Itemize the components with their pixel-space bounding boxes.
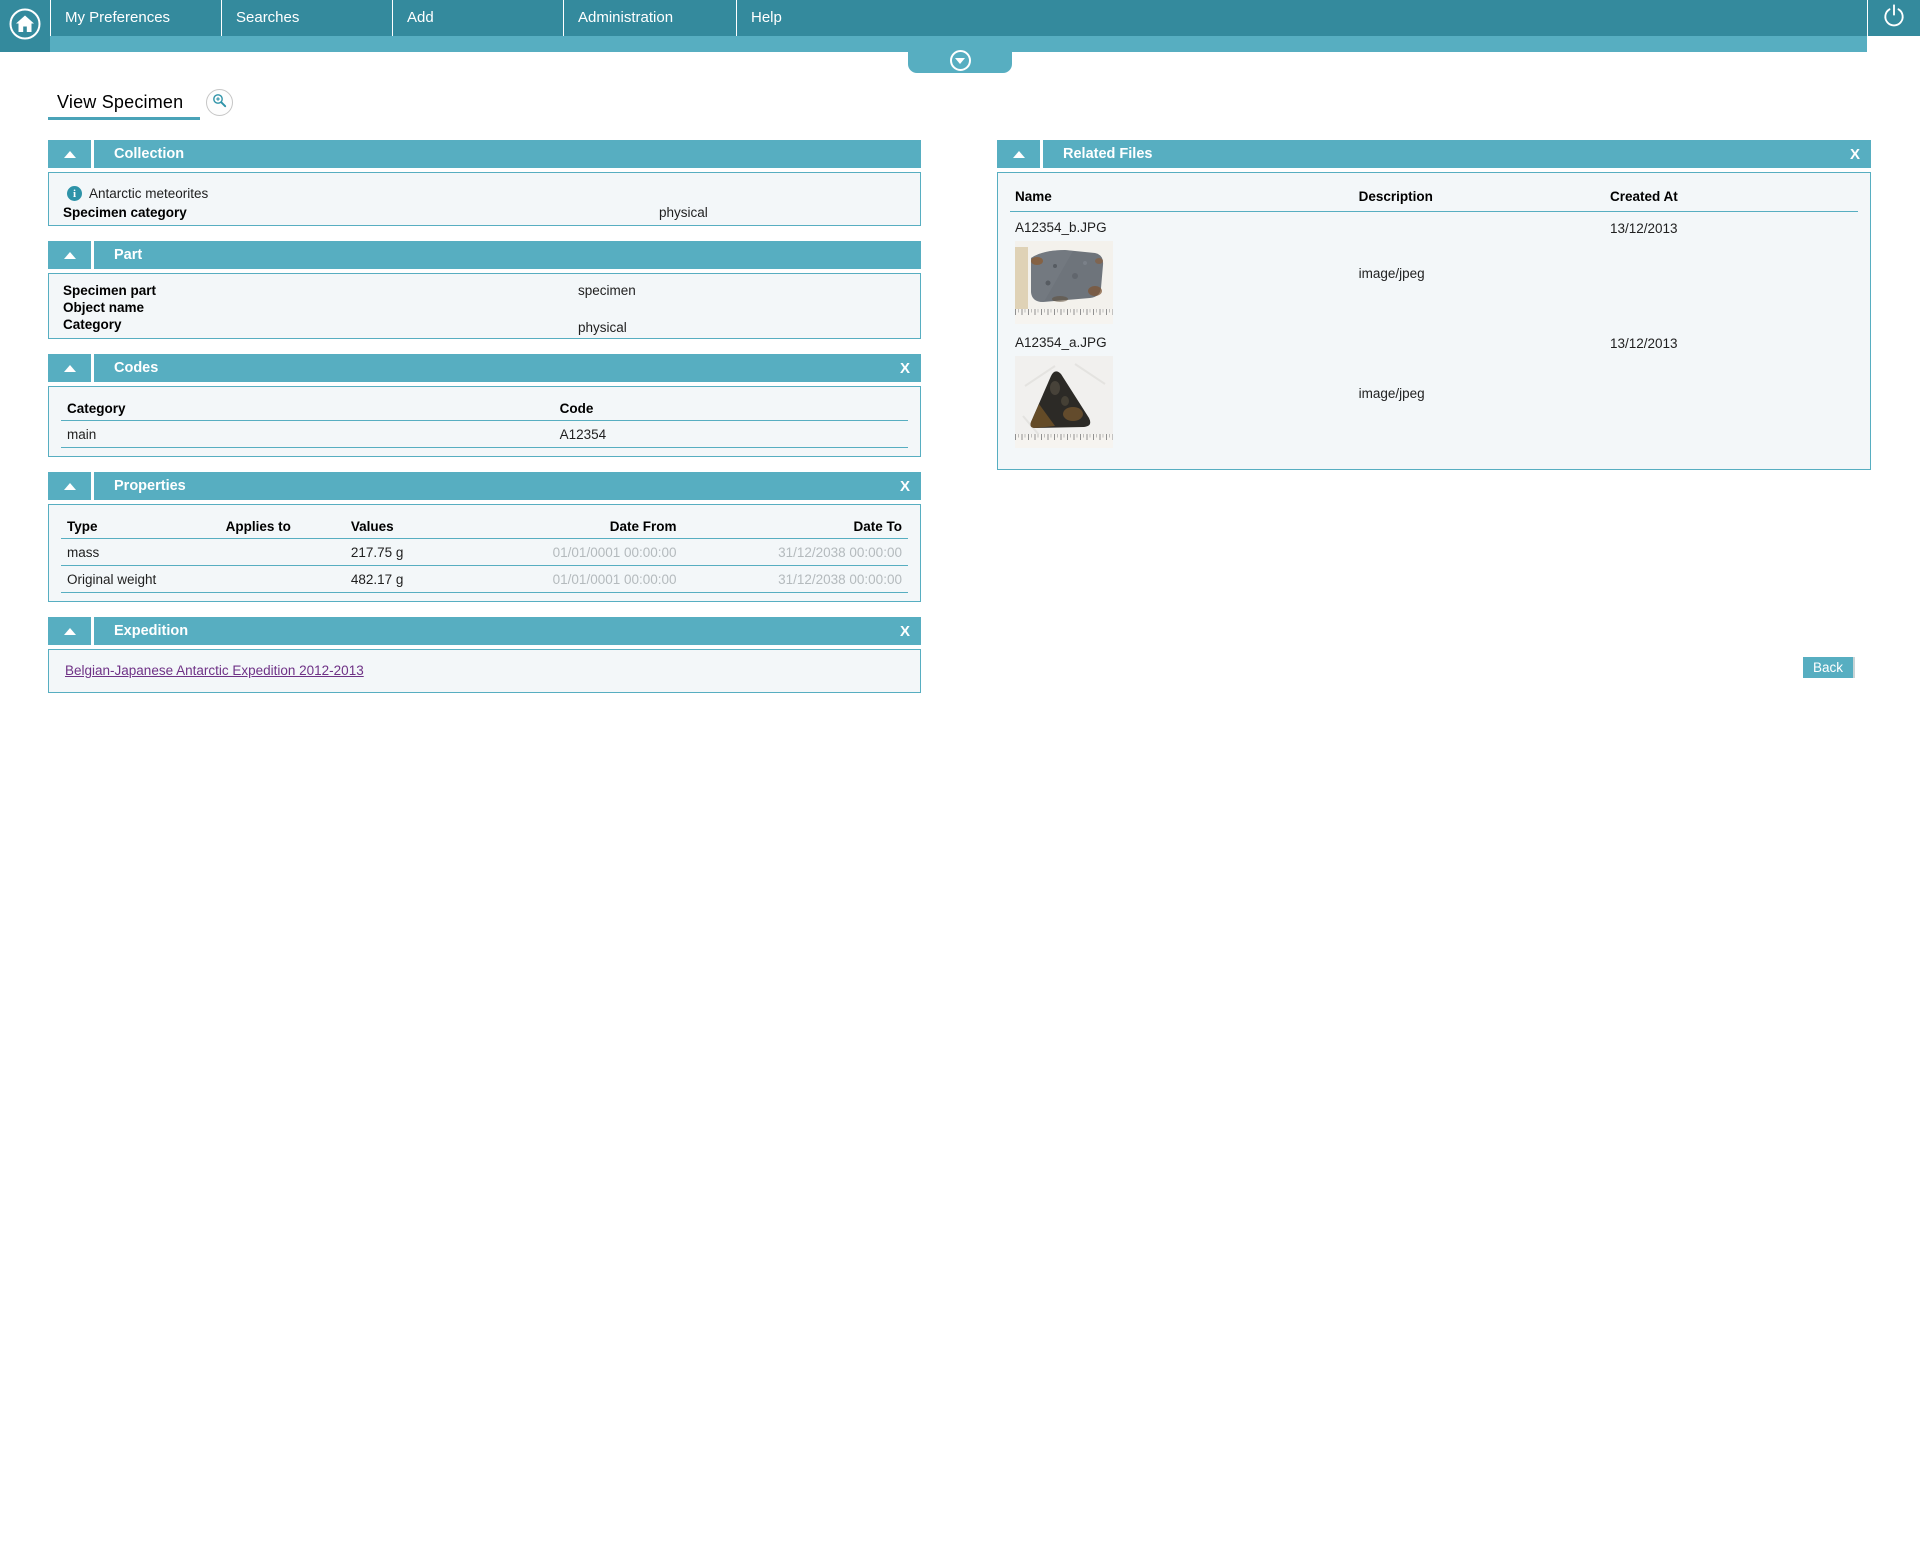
properties-close-button[interactable]: X [900,478,921,495]
collection-name: Antarctic meteorites [89,186,209,201]
properties-panel: Properties X Type Applies to Values Date… [48,472,921,602]
part-panel-title: Part [114,247,143,263]
codes-panel: Codes X Category Code main A12354 [48,354,921,457]
file-name: A12354_a.JPG [1015,335,1107,350]
properties-table-row: Original weight 482.17 g 01/01/0001 00:0… [61,566,908,593]
properties-column-type: Type [67,519,98,534]
property-applies-to [226,572,351,587]
expedition-collapse-button[interactable] [48,617,94,645]
triangle-up-icon [63,150,76,158]
nav-item-administration[interactable]: Administration [563,0,736,36]
nav-label: Searches [236,9,300,26]
properties-panel-title: Properties [114,478,186,494]
expedition-close-button[interactable]: X [900,623,921,640]
codes-panel-title: Codes [114,360,159,376]
related-files-close-button[interactable]: X [1850,146,1871,163]
field-label-specimen-category: Specimen category [63,205,187,220]
code-category-value: main [67,427,97,442]
collection-collapse-button[interactable] [48,140,94,168]
property-date-from: 01/01/0001 00:00:00 [552,572,677,587]
related-files-column: Related Files X Name Description Created… [997,140,1871,485]
expedition-panel-title: Expedition [114,623,189,639]
nav-item-my-preferences[interactable]: My Preferences [50,0,221,36]
part-panel: Part Specimen part specimen Object name … [48,241,921,339]
properties-column-applies-to: Applies to [225,519,291,534]
nav-label: Administration [578,9,674,26]
properties-table-row: mass 217.75 g 01/01/0001 00:00:00 31/12/… [61,539,908,566]
field-label-category: Category [63,317,122,332]
nav-item-help[interactable]: Help [736,0,907,36]
file-thumbnail-a12354-a[interactable] [1015,356,1359,451]
properties-column-values: Values [350,519,394,534]
page-title-underline [48,117,200,120]
property-date-to: 31/12/2038 00:00:00 [778,545,902,560]
info-icon: i [67,186,82,201]
nav-label: Help [751,9,782,26]
property-value: 482.17 g [350,572,404,587]
code-value: A12354 [559,427,607,442]
field-value-specimen-part: specimen [578,283,636,298]
triangle-up-icon [63,251,76,259]
specimen-details-column: Collection i Antarctic meteorites Specim… [48,140,921,708]
toolbar-expand-tab[interactable] [908,50,1012,73]
expedition-panel: Expedition X Belgian-Japanese Antarctic … [48,617,921,693]
file-description: image/jpeg [1358,385,1425,401]
codes-column-category: Category [67,401,126,416]
chevron-down-icon [949,50,971,71]
files-column-description: Description [1358,189,1433,204]
magnifier-icon [212,93,227,113]
codes-collapse-button[interactable] [48,354,94,382]
page-title: View Specimen [57,92,184,112]
collection-panel: Collection i Antarctic meteorites Specim… [48,140,921,226]
file-created-at: 13/12/2013 [1609,221,1678,236]
field-label-object-name: Object name [63,300,145,315]
file-created-at: 13/12/2013 [1609,336,1678,351]
collection-panel-title: Collection [114,146,185,162]
triangle-up-icon [63,627,76,635]
field-label-specimen-part: Specimen part [63,283,157,298]
properties-collapse-button[interactable] [48,472,94,500]
view-options-button[interactable] [206,89,233,116]
top-navigation-bar: My Preferences Searches Add Administrati… [0,0,1920,36]
field-value-category: physical [578,320,627,335]
triangle-up-icon [1012,150,1025,158]
triangle-up-icon [63,364,76,372]
power-icon [1880,2,1908,35]
related-files-collapse-button[interactable] [997,140,1043,168]
file-thumbnail-a12354-b[interactable] [1015,241,1359,327]
property-date-from: 01/01/0001 00:00:00 [552,545,677,560]
logout-button[interactable] [1867,0,1920,36]
triangle-up-icon [63,482,76,490]
expedition-link[interactable]: Belgian-Japanese Antarctic Expedition 20… [65,663,364,678]
file-description: image/jpeg [1358,266,1425,281]
file-row: A12354_b.JPG image/jpeg 13/12/2013 [1010,212,1858,327]
property-date-to: 31/12/2038 00:00:00 [778,572,902,587]
files-column-created-at: Created At [1609,189,1678,204]
nav-label: My Preferences [65,9,171,26]
codes-table-row: main A12354 [61,421,908,448]
related-files-panel-title: Related Files [1063,146,1153,162]
property-type: Original weight [67,572,157,587]
files-column-name: Name [1015,189,1052,204]
property-type: mass [67,545,100,560]
home-icon [8,7,42,46]
properties-column-date-from: Date From [609,519,677,534]
codes-column-code: Code [559,401,594,416]
nav-item-add[interactable]: Add [392,0,563,36]
file-name: A12354_b.JPG [1015,220,1107,235]
back-button[interactable]: Back [1803,657,1855,678]
nav-item-searches[interactable]: Searches [221,0,392,36]
property-value: 217.75 g [350,545,404,560]
part-collapse-button[interactable] [48,241,94,269]
nav-label: Add [407,9,434,26]
field-value-specimen-category: physical [659,205,708,220]
properties-column-date-to: Date To [853,519,902,534]
codes-close-button[interactable]: X [900,360,921,377]
home-button[interactable] [0,0,50,52]
file-row: A12354_a.JPG image/jpeg 13/12/2013 [1010,327,1858,451]
property-applies-to [226,545,351,560]
related-files-panel: Related Files X Name Description Created… [997,140,1871,470]
